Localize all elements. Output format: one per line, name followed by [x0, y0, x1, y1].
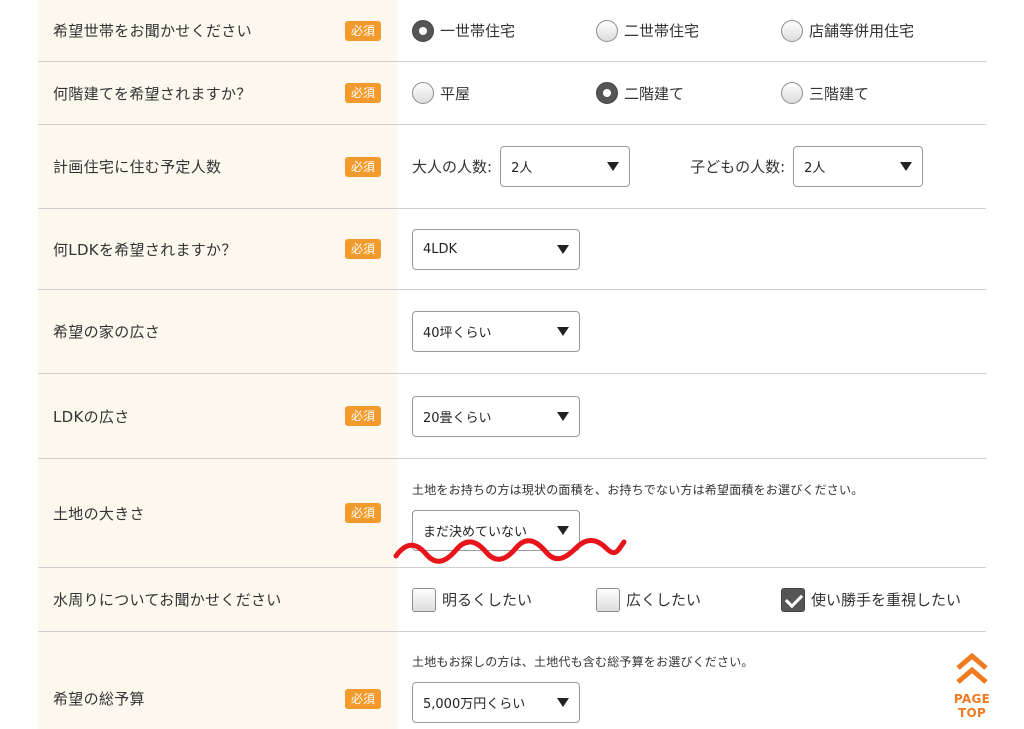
land-size-label: 土地の大きさ [53, 504, 145, 523]
option-label: 二階建て [624, 84, 685, 103]
row-people: 計画住宅に住む予定人数 必須 大人の人数: 2人 子どもの人数: 2人 [38, 125, 986, 209]
budget-select[interactable]: 5,000万円くらい [412, 682, 580, 723]
option-label: 三階建て [809, 84, 870, 103]
caret-down-icon [557, 244, 569, 254]
budget-note: 土地もお探しの方は、土地代も含む総予算をお選びください。 [412, 655, 754, 669]
row-budget: 希望の総予算 必須 土地もお探しの方は、土地代も含む総予算をお選びください。 5… [38, 632, 986, 729]
adults-select[interactable]: 2人 [500, 146, 631, 187]
option-label: 明るくしたい [442, 591, 533, 609]
option-label: 一世帯住宅 [440, 22, 516, 40]
field-cell: 大人の人数: 2人 子どもの人数: 2人 [397, 125, 986, 208]
required-badge: 必須 [344, 688, 381, 709]
option-label: 広くしたい [626, 591, 702, 609]
radio-store-combined[interactable]: 店舗等併用住宅 [781, 19, 915, 42]
field-cell: 40坪くらい [397, 290, 986, 373]
caret-down-icon [557, 411, 569, 421]
row-household: 希望世帯をお聞かせください 必須 一世帯住宅 二世帯住宅 店舗等併用住宅 [38, 0, 986, 62]
people-selects: 大人の人数: 2人 子どもの人数: 2人 [412, 146, 986, 187]
double-chevron-up-icon [956, 652, 988, 684]
ldk-size-select[interactable]: 20畳くらい [412, 395, 580, 437]
label-cell: LDKの広さ 必須 [38, 374, 397, 458]
row-water: 水周りについてお聞かせください 明るくしたい 広くしたい 使い勝手を重視したい [38, 568, 986, 632]
adults-value: 2人 [511, 161, 533, 176]
radio-one-story[interactable]: 平屋 [412, 82, 596, 104]
children-select[interactable]: 2人 [793, 146, 924, 187]
row-ldk-size: LDKの広さ 必須 20畳くらい [38, 374, 986, 459]
radio-two-household[interactable]: 二世帯住宅 [596, 19, 781, 42]
children-value: 2人 [804, 161, 826, 176]
caret-down-icon [557, 327, 569, 336]
label-cell: 計画住宅に住む予定人数 必須 [38, 125, 397, 208]
option-label: 二世帯住宅 [624, 22, 700, 40]
ldk-type-select[interactable]: 4LDK [412, 228, 580, 270]
radio-button[interactable] [781, 82, 803, 104]
radio-button-selected[interactable] [596, 82, 618, 104]
required-badge: 必須 [344, 239, 381, 259]
checkbox[interactable] [412, 587, 436, 612]
radio-button[interactable] [412, 82, 434, 104]
row-house-size: 希望の家の広さ 40坪くらい [38, 290, 986, 374]
required-badge: 必須 [344, 20, 381, 41]
required-badge: 必須 [344, 83, 381, 103]
ldk-type-label: 何LDKを希望されますか？ [53, 240, 237, 259]
label-cell: 希望世帯をお聞かせください 必須 [38, 0, 397, 61]
label-cell: 希望の家の広さ [38, 290, 397, 373]
required-badge: 必須 [344, 503, 381, 523]
estimate-form: 希望世帯をお聞かせください 必須 一世帯住宅 二世帯住宅 店舗等併用住宅 何階建… [38, 0, 986, 729]
label-cell: 土地の大きさ 必須 [38, 459, 397, 567]
field-cell: 土地もお探しの方は、土地代も含む総予算をお選びください。 5,000万円くらい [397, 632, 986, 729]
caret-down-icon [557, 698, 569, 707]
household-options: 一世帯住宅 二世帯住宅 店舗等併用住宅 [412, 19, 986, 42]
checkbox[interactable] [596, 587, 620, 612]
field-cell: 20畳くらい [397, 374, 986, 458]
house-size-value: 40坪くらい [423, 326, 492, 341]
caret-down-icon [900, 162, 913, 171]
field-cell: 4LDK [397, 209, 986, 289]
required-badge: 必須 [344, 406, 381, 426]
label-cell: 何LDKを希望されますか？ 必須 [38, 209, 397, 289]
caret-down-icon [607, 162, 620, 171]
ldk-type-value: 4LDK [423, 241, 458, 257]
children-label: 子どもの人数: [690, 158, 786, 176]
page-top-label: PAGE TOP [953, 692, 991, 720]
option-label: 店舗等併用住宅 [809, 22, 915, 40]
budget-label: 希望の総予算 [53, 690, 145, 708]
label-cell: 希望の総予算 必須 [38, 632, 397, 729]
water-label: 水周りについてお聞かせください [53, 591, 282, 609]
radio-single-household[interactable]: 一世帯住宅 [412, 19, 596, 42]
people-label: 計画住宅に住む予定人数 [53, 158, 222, 176]
radio-three-story[interactable]: 三階建て [781, 82, 869, 104]
field-cell: 平屋 二階建て 三階建て [397, 62, 986, 124]
floors-label: 何階建てを希望されますか？ [53, 84, 252, 103]
adults-label: 大人の人数: [412, 158, 493, 176]
floors-options: 平屋 二階建て 三階建て [412, 82, 986, 104]
house-size-select[interactable]: 40坪くらい [412, 311, 580, 352]
radio-button[interactable] [596, 19, 618, 42]
ldk-size-label: LDKの広さ [53, 407, 130, 426]
radio-button[interactable] [781, 19, 803, 42]
checkbox-bright[interactable]: 明るくしたい [412, 587, 596, 612]
ldk-size-value: 20畳くらい [423, 410, 492, 426]
option-label: 平屋 [440, 84, 471, 103]
row-ldk-type: 何LDKを希望されますか？ 必須 4LDK [38, 209, 986, 290]
land-size-note: 土地をお持ちの方は現状の面積を、お持ちでない方は希望面積をお選びください。 [412, 483, 864, 497]
household-label: 希望世帯をお聞かせください [53, 22, 252, 40]
checkbox-spacious[interactable]: 広くしたい [596, 587, 781, 612]
row-floors: 何階建てを希望されますか？ 必須 平屋 二階建て 三階建て [38, 62, 986, 125]
label-cell: 何階建てを希望されますか？ 必須 [38, 62, 397, 124]
radio-two-story[interactable]: 二階建て [596, 82, 781, 104]
radio-button-selected[interactable] [412, 19, 434, 42]
checkbox-usability[interactable]: 使い勝手を重視したい [781, 587, 962, 612]
page-top-button[interactable]: PAGE TOP [938, 650, 1006, 720]
option-label: 使い勝手を重視したい [811, 591, 962, 609]
required-badge: 必須 [344, 156, 381, 177]
house-size-label: 希望の家の広さ [53, 323, 161, 341]
label-cell: 水周りについてお聞かせください [38, 568, 397, 631]
field-cell: 一世帯住宅 二世帯住宅 店舗等併用住宅 [397, 0, 986, 61]
checkbox-checked[interactable] [781, 587, 805, 612]
red-squiggle-annotation [393, 538, 627, 564]
budget-value: 5,000万円くらい [423, 697, 526, 712]
field-cell: 明るくしたい 広くしたい 使い勝手を重視したい [397, 568, 986, 631]
water-options: 明るくしたい 広くしたい 使い勝手を重視したい [412, 587, 986, 612]
